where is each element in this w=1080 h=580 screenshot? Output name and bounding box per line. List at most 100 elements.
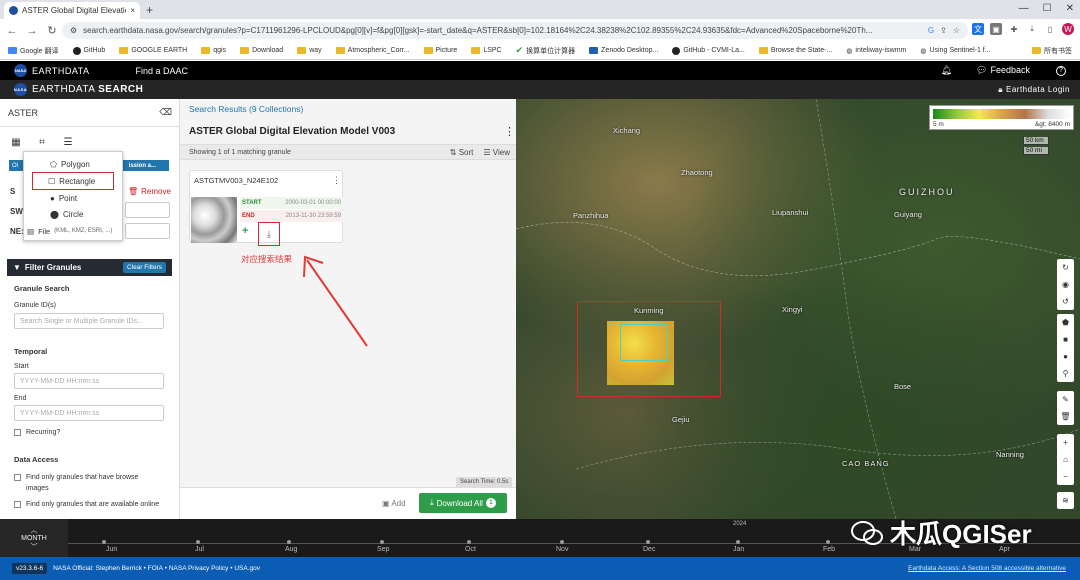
online-only-checkbox[interactable]: [14, 501, 21, 508]
recurring-checkbox[interactable]: [14, 429, 21, 436]
sw-coordinate-input[interactable]: [125, 202, 170, 218]
remove-spatial-button[interactable]: 🗑︎ Remove: [128, 187, 171, 196]
zoom-in-icon[interactable]: +: [1063, 434, 1068, 451]
bookmark-lspc[interactable]: LSPC: [471, 47, 502, 54]
granule-more-icon[interactable]: ⋮: [332, 175, 341, 186]
bookmark-github[interactable]: GitHub: [72, 46, 105, 55]
spatial-section-header: S: [10, 187, 16, 196]
all-bookmarks[interactable]: 所有书签: [1032, 46, 1072, 56]
draw-polygon-icon[interactable]: ⬟: [1062, 314, 1069, 331]
browser-tab[interactable]: ASTER Global Digital Elevatio ×: [4, 2, 140, 19]
bookmark-unit-converter[interactable]: ✔ 换算单位计算器: [516, 45, 576, 56]
spatial-crop-icon[interactable]: ⌗: [34, 137, 50, 148]
bookmark-inteliway[interactable]: ◍ inteliway-iswmm: [846, 47, 906, 55]
foia-link[interactable]: FOIA: [148, 565, 163, 572]
collection-more-icon[interactable]: ⋮: [504, 125, 515, 138]
edit-shape-icon[interactable]: ✎: [1062, 391, 1069, 408]
bookmark-download[interactable]: Download: [240, 47, 283, 54]
timeline-month: Aug: [285, 546, 298, 553]
granule-card[interactable]: ASTGTMV003_N24E102 ⋮ START 2000-03-01 00…: [189, 170, 343, 246]
projection-antarctic-icon[interactable]: ↺: [1062, 293, 1069, 310]
usagov-link[interactable]: USA.gov: [234, 565, 260, 572]
translate-extension-icon[interactable]: 文: [972, 23, 984, 35]
close-window-button[interactable]: ✕: [1066, 3, 1074, 14]
bookmark-browse-state[interactable]: Browse the State-...: [758, 47, 832, 54]
map-label-xingyi: Xingyi: [782, 305, 803, 314]
earthdata-search-brand[interactable]: EARTHDATA SEARCH: [32, 84, 143, 95]
clear-search-icon[interactable]: ⌫: [159, 107, 172, 118]
timeline-up-icon[interactable]: ︿: [31, 525, 38, 535]
share-icon[interactable]: ⇪: [940, 26, 947, 35]
zoom-out-icon[interactable]: −: [1063, 468, 1068, 485]
dropdown-item-rectangle[interactable]: ☐ Rectangle: [32, 172, 114, 190]
forward-button[interactable]: →: [24, 25, 40, 37]
extension-icon[interactable]: ▣: [990, 23, 1002, 35]
profile-avatar[interactable]: W: [1062, 23, 1074, 35]
dropdown-item-point[interactable]: ● Point: [24, 191, 124, 205]
sort-button[interactable]: ⇅ Sort: [450, 148, 474, 157]
bookmark-github-cvmi[interactable]: GitHub - CVMI-La...: [672, 46, 745, 55]
bookmark-star-icon[interactable]: ☆: [953, 26, 960, 35]
dropdown-item-polygon[interactable]: ⬠ Polygon: [24, 157, 124, 171]
search-results-breadcrumb[interactable]: Search Results (9 Collections): [189, 104, 303, 114]
login-link[interactable]: 🔒︎ Earthdata Login: [998, 85, 1070, 95]
view-button[interactable]: ☰ View: [483, 148, 510, 157]
bookmark-google-earth[interactable]: GOOGLE EARTH: [119, 47, 187, 54]
end-date-input[interactable]: YYYY-MM-DD HH:mm:ss: [14, 405, 164, 421]
browse-only-checkbox[interactable]: [14, 474, 21, 481]
site-info-icon[interactable]: ⚙: [70, 26, 77, 35]
minimize-button[interactable]: —: [1019, 3, 1029, 14]
granule-ids-input[interactable]: Search Single or Multiple Granule IDs...: [14, 313, 164, 329]
bookmark-way[interactable]: way: [297, 47, 322, 54]
download-granule-button[interactable]: ⤓: [258, 222, 280, 246]
start-date-input[interactable]: YYYY-MM-DD HH:mm:ss: [14, 373, 164, 389]
address-bar[interactable]: ⚙ search.earthdata.nasa.gov/search/granu…: [62, 22, 968, 39]
help-icon[interactable]: ?: [1056, 65, 1066, 76]
ne-coordinate-input[interactable]: [125, 223, 170, 239]
notifications-bell-icon[interactable]: 🔔︎: [941, 65, 952, 76]
rectangle-icon: ☐: [48, 176, 56, 186]
reload-button[interactable]: ↻: [44, 24, 60, 37]
projection-arctic-icon[interactable]: ↻: [1062, 259, 1069, 276]
bookmark-qgis[interactable]: qgis: [201, 47, 226, 54]
collection-search-input[interactable]: ASTER ⌫: [0, 99, 180, 127]
home-icon[interactable]: ⌂: [1063, 451, 1068, 468]
bookmark-picture[interactable]: Picture: [423, 47, 457, 54]
temporal-calendar-icon[interactable]: ▦: [8, 137, 24, 148]
close-tab-icon[interactable]: ×: [130, 6, 135, 15]
draw-point-icon[interactable]: ⚲: [1063, 365, 1069, 382]
timeline-tick: [826, 540, 830, 544]
draw-circle-icon[interactable]: ●: [1063, 348, 1068, 365]
projection-geographic-icon[interactable]: ◉: [1062, 276, 1069, 293]
google-lens-icon[interactable]: G: [928, 26, 934, 35]
add-to-project-button[interactable]: ▣ Add: [382, 499, 406, 508]
dropdown-item-file[interactable]: ▤ File (KML, KMZ, ESRI, ...): [24, 224, 124, 238]
bookmark-atmospheric[interactable]: Atmospheric_Corr...: [335, 47, 410, 54]
draw-rectangle-icon[interactable]: ■: [1063, 331, 1068, 348]
map-view[interactable]: Xichang Zhaotong GUIZHOU Panzhihua Liupa…: [516, 99, 1080, 519]
add-granule-icon[interactable]: +: [242, 225, 248, 237]
sidepanel-icon[interactable]: ▯: [1044, 23, 1056, 35]
feedback-link[interactable]: 💬︎ Feedback: [976, 65, 1030, 76]
dropdown-item-circle[interactable]: ⬤ Circle: [24, 207, 124, 221]
clear-filters-button[interactable]: Clear Filters: [122, 262, 166, 273]
timeline-zoom-control[interactable]: ︿ MONTH ﹀: [0, 519, 68, 557]
new-tab-button[interactable]: +: [146, 3, 153, 17]
timeline-down-icon[interactable]: ﹀: [31, 542, 38, 552]
map-label-gejiu: Gejiu: [672, 415, 690, 424]
back-button[interactable]: ←: [4, 25, 20, 37]
delete-shape-icon[interactable]: 🗑︎: [1060, 408, 1070, 425]
maximize-button[interactable]: ☐: [1043, 3, 1052, 14]
bookmark-zenodo[interactable]: Zenodo Desktop...: [589, 47, 658, 54]
find-daac-link[interactable]: Find a DAAC: [136, 66, 189, 76]
privacy-link[interactable]: NASA Privacy Policy: [169, 565, 229, 572]
download-icon[interactable]: ⤓: [1026, 23, 1038, 35]
puzzle-extensions-icon[interactable]: ✚: [1008, 23, 1020, 35]
layers-button[interactable]: ≋: [1057, 492, 1074, 509]
bookmark-google-translate[interactable]: Google 翻译: [8, 46, 59, 56]
accessibility-link[interactable]: Earthdata Access: A Section 508 accessib…: [908, 565, 1066, 572]
download-all-button[interactable]: ⤓ Download All 1: [419, 493, 507, 513]
advanced-filter-icon[interactable]: ☰: [60, 137, 76, 148]
earthdata-brand[interactable]: EARTHDATA: [32, 66, 90, 76]
bookmark-sentinel[interactable]: ◍ Using Sentinel-1 f...: [920, 47, 990, 55]
